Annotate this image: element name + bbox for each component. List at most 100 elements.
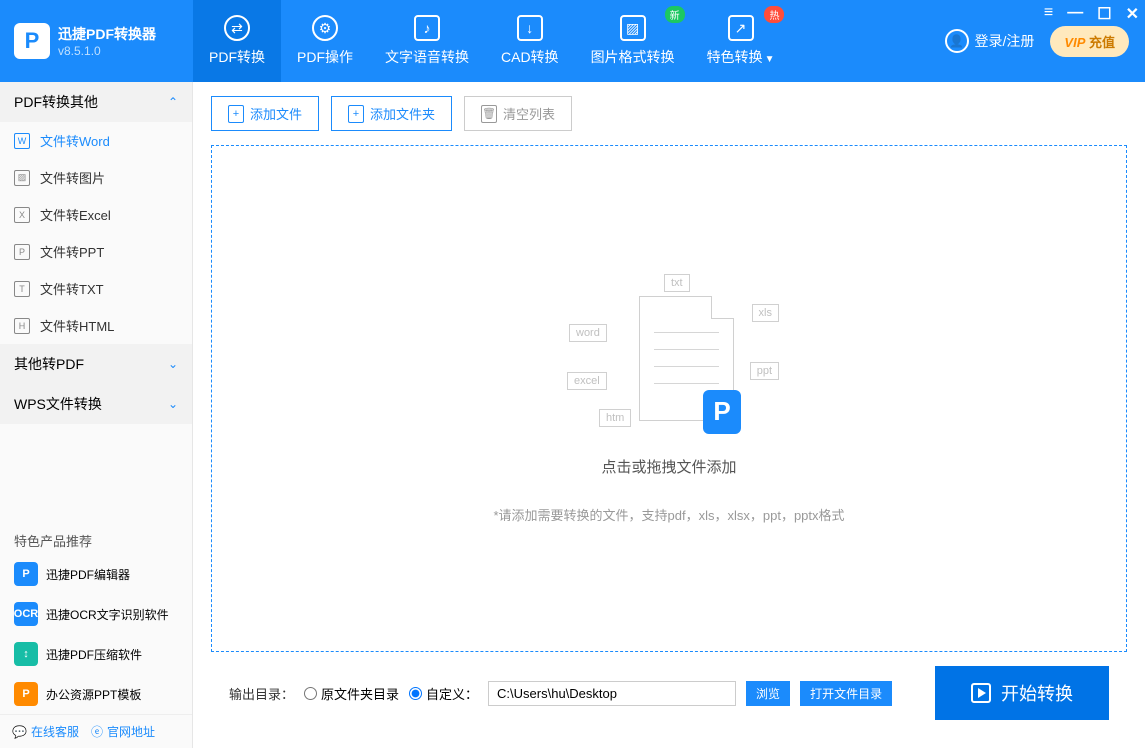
hot-badge: 热 [764, 6, 784, 23]
sidebar-item-label: 文件转TXT [40, 279, 104, 298]
dropzone-text: 点击或拖拽文件添加 [601, 456, 736, 477]
word-icon: W [14, 133, 30, 149]
radio-original-folder[interactable]: 原文件夹目录 [304, 684, 399, 703]
clear-list-button[interactable]: 🗑清空列表 [464, 96, 572, 131]
txt-label: txt [664, 274, 690, 292]
dropzone-illustration: txt word excel htm xls ppt P [559, 274, 779, 444]
txt-icon: T [14, 281, 30, 297]
tab-tts[interactable]: ♪ 文字语音转换 [369, 0, 485, 82]
app-logo: P 迅捷PDF转换器 v8.5.1.0 [0, 0, 193, 82]
convert-icon: ⇄ [224, 15, 250, 41]
chevron-down-icon: ▼ [765, 54, 775, 65]
sidebar-group-other-to-pdf[interactable]: 其他转PDF ⌄ [0, 344, 192, 384]
tab-label: 特色转换 [707, 49, 763, 65]
recommend-label: 办公资源PPT模板 [46, 686, 141, 703]
share-icon: ↗ [728, 15, 754, 41]
sidebar-item-label: 文件转HTML [40, 316, 114, 335]
menu-icon[interactable]: ≡ [1044, 4, 1053, 24]
image-icon: ▨ [14, 170, 30, 186]
sidebar-group-wps[interactable]: WPS文件转换 ⌄ [0, 384, 192, 424]
output-label: 输出目录： [229, 684, 294, 703]
image-icon: ▨ [620, 15, 646, 41]
sidebar-item-to-txt[interactable]: T 文件转TXT [0, 270, 192, 307]
radio-custom-folder[interactable]: 自定义： [409, 684, 478, 703]
app-icon: ↕ [14, 642, 38, 666]
start-convert-button[interactable]: 开始转换 [935, 666, 1109, 720]
xls-label: xls [752, 304, 779, 322]
tab-label: CAD转换 [501, 47, 559, 67]
recommend-label: 迅捷PDF压缩软件 [46, 646, 142, 663]
app-icon: OCR [14, 602, 38, 626]
folder-plus-icon: + [348, 105, 364, 123]
recommend-compress[interactable]: ↕ 迅捷PDF压缩软件 [0, 634, 192, 674]
close-button[interactable]: ✕ [1126, 4, 1139, 24]
sidebar-item-label: 文件转PPT [40, 242, 104, 261]
login-button[interactable]: 👤 登录/注册 [945, 29, 1035, 53]
user-icon: 👤 [945, 29, 969, 53]
ppt-label: ppt [750, 362, 779, 380]
open-folder-button[interactable]: 打开文件目录 [800, 681, 892, 706]
group-label: WPS文件转换 [14, 394, 102, 414]
recommend-ocr[interactable]: OCR 迅捷OCR文字识别软件 [0, 594, 192, 634]
recommend-ppt-template[interactable]: P 办公资源PPT模板 [0, 674, 192, 714]
minimize-button[interactable]: — [1067, 4, 1083, 24]
word-label: word [569, 324, 607, 342]
recommend-title: 特色产品推荐 [0, 521, 192, 554]
htm-label: htm [599, 409, 631, 427]
new-badge: 新 [665, 6, 685, 23]
website-link[interactable]: ⓔ 官网地址 [91, 723, 155, 740]
tab-image[interactable]: 新 ▨ 图片格式转换 [575, 0, 691, 82]
html-icon: H [14, 318, 30, 334]
maximize-button[interactable]: ☐ [1097, 4, 1111, 24]
app-icon: P [14, 562, 38, 586]
sidebar-item-to-word[interactable]: W 文件转Word [0, 122, 192, 159]
chevron-down-icon: ⌄ [168, 357, 178, 371]
tab-cad[interactable]: ↓ CAD转换 [485, 0, 575, 82]
add-file-button[interactable]: + 添加文件 [211, 96, 319, 131]
radio-label: 自定义： [426, 684, 478, 703]
download-icon: ↓ [517, 15, 543, 41]
group-label: 其他转PDF [14, 354, 84, 374]
sidebar-item-label: 文件转Word [40, 131, 110, 150]
add-folder-button[interactable]: + 添加文件夹 [331, 96, 452, 131]
sidebar-item-to-ppt[interactable]: P 文件转PPT [0, 233, 192, 270]
recommend-label: 迅捷PDF编辑器 [46, 566, 130, 583]
online-support-link[interactable]: 💬 在线客服 [12, 723, 79, 740]
sidebar-item-to-html[interactable]: H 文件转HTML [0, 307, 192, 344]
ppt-icon: P [14, 244, 30, 260]
file-dropzone[interactable]: txt word excel htm xls ppt P 点击或拖拽文件添加 *… [211, 145, 1127, 652]
website-label: 官网地址 [107, 723, 155, 740]
chevron-up-icon: ⌃ [168, 95, 178, 109]
vip-label: 充值 [1085, 35, 1115, 50]
tab-pdf-convert[interactable]: ⇄ PDF转换 [193, 0, 281, 82]
app-icon: P [14, 682, 38, 706]
support-label: 在线客服 [31, 723, 79, 740]
recommend-label: 迅捷OCR文字识别软件 [46, 606, 169, 623]
button-label: 添加文件 [250, 104, 302, 123]
play-icon [971, 683, 991, 703]
tab-label: PDF转换 [209, 47, 265, 67]
excel-label: excel [567, 372, 607, 390]
gear-icon: ⚙ [312, 15, 338, 41]
recommend-pdf-editor[interactable]: P 迅捷PDF编辑器 [0, 554, 192, 594]
tab-label: PDF操作 [297, 47, 353, 67]
sidebar-item-to-image[interactable]: ▨ 文件转图片 [0, 159, 192, 196]
button-label: 添加文件夹 [370, 104, 435, 123]
tab-special[interactable]: 热 ↗ 特色转换▼ [691, 0, 791, 82]
login-label: 登录/注册 [975, 31, 1035, 51]
button-label: 清空列表 [503, 104, 555, 123]
vip-recharge-button[interactable]: VIP 充值 [1050, 26, 1129, 57]
sidebar-group-pdf-to-other[interactable]: PDF转换其他 ⌃ [0, 82, 192, 122]
start-label: 开始转换 [1001, 680, 1073, 706]
sidebar-item-to-excel[interactable]: X文件转Excel [0, 196, 192, 233]
vip-prefix: VIP [1064, 35, 1085, 50]
audio-icon: ♪ [414, 15, 440, 41]
sidebar-item-label: 文件转图片 [40, 168, 105, 187]
tab-pdf-operate[interactable]: ⚙ PDF操作 [281, 0, 369, 82]
p-logo-icon: P [703, 390, 741, 434]
file-plus-icon: + [228, 105, 244, 123]
app-version: v8.5.1.0 [58, 44, 156, 58]
browse-button[interactable]: 浏览 [746, 681, 790, 706]
logo-icon: P [14, 23, 50, 59]
output-path-input[interactable] [488, 681, 736, 706]
